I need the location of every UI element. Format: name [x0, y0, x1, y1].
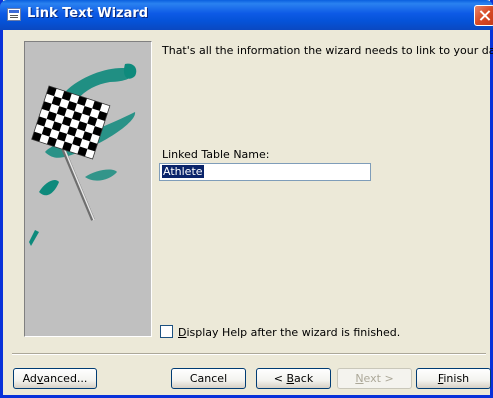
wizard-intro-text: That's all the information the wizard ne… — [162, 44, 493, 57]
linked-table-label: Linked Table Name: — [162, 148, 270, 161]
finish-button[interactable]: Finish — [416, 368, 491, 389]
cancel-button[interactable]: Cancel — [171, 368, 246, 389]
back-label-end: ack — [294, 372, 314, 385]
wizard-art-panel — [24, 41, 152, 337]
display-help-checkbox[interactable] — [160, 325, 173, 338]
display-help-label[interactable]: Display Help after the wizard is finishe… — [178, 326, 400, 339]
linked-table-name-input[interactable]: Athlete — [159, 163, 371, 181]
advanced-button[interactable]: Advanced... — [13, 368, 97, 389]
form-icon — [7, 8, 21, 21]
next-label-end: ext > — [363, 372, 394, 385]
display-help-label-text: isplay Help after the wizard is finished… — [186, 326, 401, 339]
back-button[interactable]: < Back — [256, 368, 331, 389]
button-separator — [12, 353, 486, 355]
next-label-mnemonic: N — [355, 372, 364, 385]
back-label-mnemonic: B — [286, 372, 295, 385]
finish-label-end: inish — [443, 372, 470, 385]
advanced-label-start: Ad — [22, 372, 37, 385]
title-bar[interactable]: Link Text Wizard — [0, 0, 493, 30]
next-button[interactable]: Next > — [337, 368, 412, 389]
close-icon[interactable] — [474, 5, 493, 26]
window-title: Link Text Wizard — [27, 6, 149, 21]
checkered-flag-icon — [29, 63, 137, 246]
linked-table-name-value: Athlete — [162, 165, 204, 178]
wizard-window: Link Text Wizard That's all the informat… — [0, 0, 493, 398]
back-label-start: < — [273, 372, 287, 385]
advanced-label-end: anced... — [43, 372, 88, 385]
